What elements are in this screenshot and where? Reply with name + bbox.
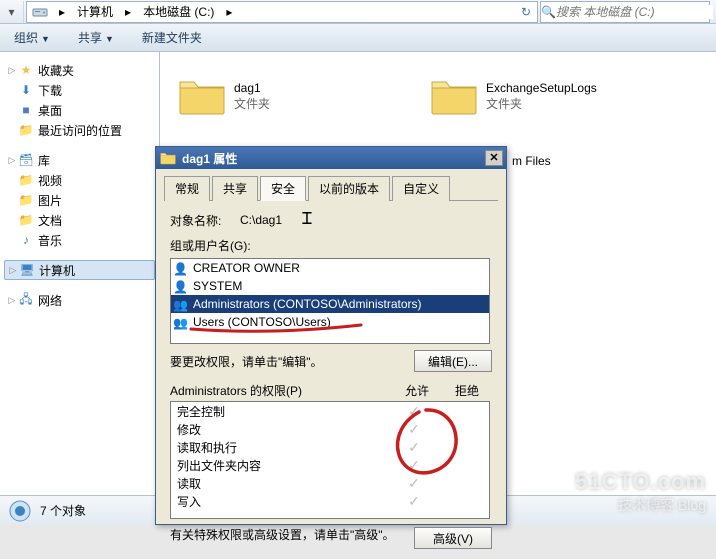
tree-computer[interactable]: ▷🖥计算机 xyxy=(4,260,155,280)
address-bar: ▾ ▸ 计算机 ▸ 本地磁盘 (C:) ▸ ↻ 🔍 xyxy=(0,0,716,24)
folder-type: 文件夹 xyxy=(486,96,597,112)
deny-header: 拒绝 xyxy=(442,382,492,399)
folder-dag1[interactable]: dag1文件夹 xyxy=(178,76,270,116)
breadcrumb[interactable]: ▸ 计算机 ▸ 本地磁盘 (C:) ▸ ↻ xyxy=(26,1,538,23)
folder-icon xyxy=(178,76,226,116)
group-creator-owner[interactable]: 👤CREATOR OWNER xyxy=(171,259,489,277)
tab-previous-versions[interactable]: 以前的版本 xyxy=(308,176,390,201)
folder-exchangesetuplogs[interactable]: ExchangeSetupLogs文件夹 xyxy=(430,76,597,116)
toolbar: 组织▼ 共享▼ 新建文件夹 xyxy=(0,24,716,52)
folder-name: dag1 xyxy=(234,80,270,96)
group-system[interactable]: 👤SYSTEM xyxy=(171,277,489,295)
user-icon: 👤 xyxy=(173,278,189,294)
network-icon: 🖧 xyxy=(18,292,34,308)
desktop-icon: ■ xyxy=(18,102,34,118)
edit-button[interactable]: 编辑(E)... xyxy=(414,350,492,372)
tree-network[interactable]: ▷🖧网络 xyxy=(4,290,155,310)
tab-security[interactable]: 安全 xyxy=(260,176,306,201)
check-icon: ✓ xyxy=(389,457,439,474)
properties-dialog: dag1 属性 ✕ 常规 共享 安全 以前的版本 自定义 对象名称: C:\da… xyxy=(155,146,507,525)
new-folder-button[interactable]: 新建文件夹 xyxy=(128,29,216,46)
pictures-icon: 📁 xyxy=(18,192,34,208)
refresh-icon[interactable]: ↻ xyxy=(515,5,537,19)
folder-icon xyxy=(430,76,478,116)
check-icon: ✓ xyxy=(389,475,439,492)
computer-icon: 🖥 xyxy=(19,262,35,278)
users-icon: 👥 xyxy=(173,314,189,330)
user-icon: 👤 xyxy=(173,260,189,276)
start-icon[interactable] xyxy=(6,499,34,523)
tree-video[interactable]: 📁视频 xyxy=(4,170,155,190)
perm-modify[interactable]: 修改✓ xyxy=(171,420,489,438)
group-user-list[interactable]: 👤CREATOR OWNER 👤SYSTEM 👥Administrators (… xyxy=(170,258,490,344)
chevron-right-icon[interactable]: ▸ xyxy=(53,5,71,19)
check-icon: ✓ xyxy=(389,493,439,510)
object-name-label: 对象名称: xyxy=(170,212,240,229)
tree-desktop[interactable]: ■桌面 xyxy=(4,100,155,120)
permissions-list[interactable]: 完全控制✓ 修改✓ 读取和执行✓ 列出文件夹内容✓ 读取✓ 写入✓ xyxy=(170,401,490,519)
drive-icon xyxy=(31,4,49,20)
docs-icon: 📁 xyxy=(18,212,34,228)
groups-label: 组或用户名(G): xyxy=(170,237,492,254)
folder-programfiles-partial[interactable]: m Files xyxy=(512,154,551,168)
music-icon: ♪ xyxy=(18,232,34,248)
search-input[interactable] xyxy=(556,5,713,19)
folder-name: ExchangeSetupLogs xyxy=(486,80,597,96)
check-icon: ✓ xyxy=(389,421,439,438)
share-menu[interactable]: 共享▼ xyxy=(64,29,128,46)
organize-menu[interactable]: 组织▼ xyxy=(0,29,64,46)
perm-list-contents[interactable]: 列出文件夹内容✓ xyxy=(171,456,489,474)
perm-write[interactable]: 写入✓ xyxy=(171,492,489,510)
check-icon: ✓ xyxy=(389,439,439,456)
tree-recent[interactable]: 📁最近访问的位置 xyxy=(4,120,155,140)
crumb-computer[interactable]: 计算机 xyxy=(71,3,119,20)
tab-sharing[interactable]: 共享 xyxy=(212,176,258,201)
group-users[interactable]: 👥Users (CONTOSO\Users) xyxy=(171,313,489,331)
object-name-value: C:\dag1 xyxy=(240,213,282,227)
advanced-button[interactable]: 高级(V) xyxy=(414,527,492,549)
text-cursor-icon: Ꮖ xyxy=(302,211,313,229)
close-button[interactable]: ✕ xyxy=(485,150,503,166)
perm-read[interactable]: 读取✓ xyxy=(171,474,489,492)
tree-downloads[interactable]: ⬇下载 xyxy=(4,80,155,100)
tab-strip: 常规 共享 安全 以前的版本 自定义 xyxy=(164,175,498,201)
recent-icon: 📁 xyxy=(18,122,34,138)
library-icon: 🗃 xyxy=(18,152,34,168)
video-icon: 📁 xyxy=(18,172,34,188)
perm-read-execute[interactable]: 读取和执行✓ xyxy=(171,438,489,456)
star-icon: ★ xyxy=(18,62,34,78)
dropdown-icon[interactable]: ▾ xyxy=(0,1,24,23)
dialog-title-text: dag1 属性 xyxy=(182,150,237,167)
nav-tree: ▷★收藏夹 ⬇下载 ■桌面 📁最近访问的位置 ▷🗃库 📁视频 📁图片 📁文档 ♪… xyxy=(0,52,160,525)
status-count: 7 个对象 xyxy=(40,502,86,519)
advanced-hint-text: 有关特殊权限或高级设置，请单击"高级"。 xyxy=(170,527,414,543)
tree-pictures[interactable]: 📁图片 xyxy=(4,190,155,210)
crumb-drive[interactable]: 本地磁盘 (C:) xyxy=(137,3,220,20)
tree-music[interactable]: ♪音乐 xyxy=(4,230,155,250)
edit-hint-text: 要更改权限，请单击"编辑"。 xyxy=(170,353,414,370)
chevron-right-icon[interactable]: ▸ xyxy=(220,5,238,19)
permissions-label: Administrators 的权限(P) xyxy=(170,382,392,399)
folder-type: 文件夹 xyxy=(234,96,270,112)
dialog-titlebar[interactable]: dag1 属性 ✕ xyxy=(156,147,506,169)
tab-general[interactable]: 常规 xyxy=(164,176,210,201)
group-administrators[interactable]: 👥Administrators (CONTOSO\Administrators) xyxy=(171,295,489,313)
tree-libraries[interactable]: ▷🗃库 xyxy=(4,150,155,170)
allow-header: 允许 xyxy=(392,382,442,399)
search-icon: 🔍 xyxy=(541,5,556,19)
search-box[interactable]: 🔍 xyxy=(540,1,710,23)
tree-favorites[interactable]: ▷★收藏夹 xyxy=(4,60,155,80)
check-icon: ✓ xyxy=(389,403,439,420)
users-icon: 👥 xyxy=(173,296,189,312)
download-icon: ⬇ xyxy=(18,82,34,98)
tab-custom[interactable]: 自定义 xyxy=(392,176,450,201)
perm-full-control[interactable]: 完全控制✓ xyxy=(171,402,489,420)
tree-docs[interactable]: 📁文档 xyxy=(4,210,155,230)
chevron-right-icon[interactable]: ▸ xyxy=(119,5,137,19)
folder-icon xyxy=(160,150,176,166)
